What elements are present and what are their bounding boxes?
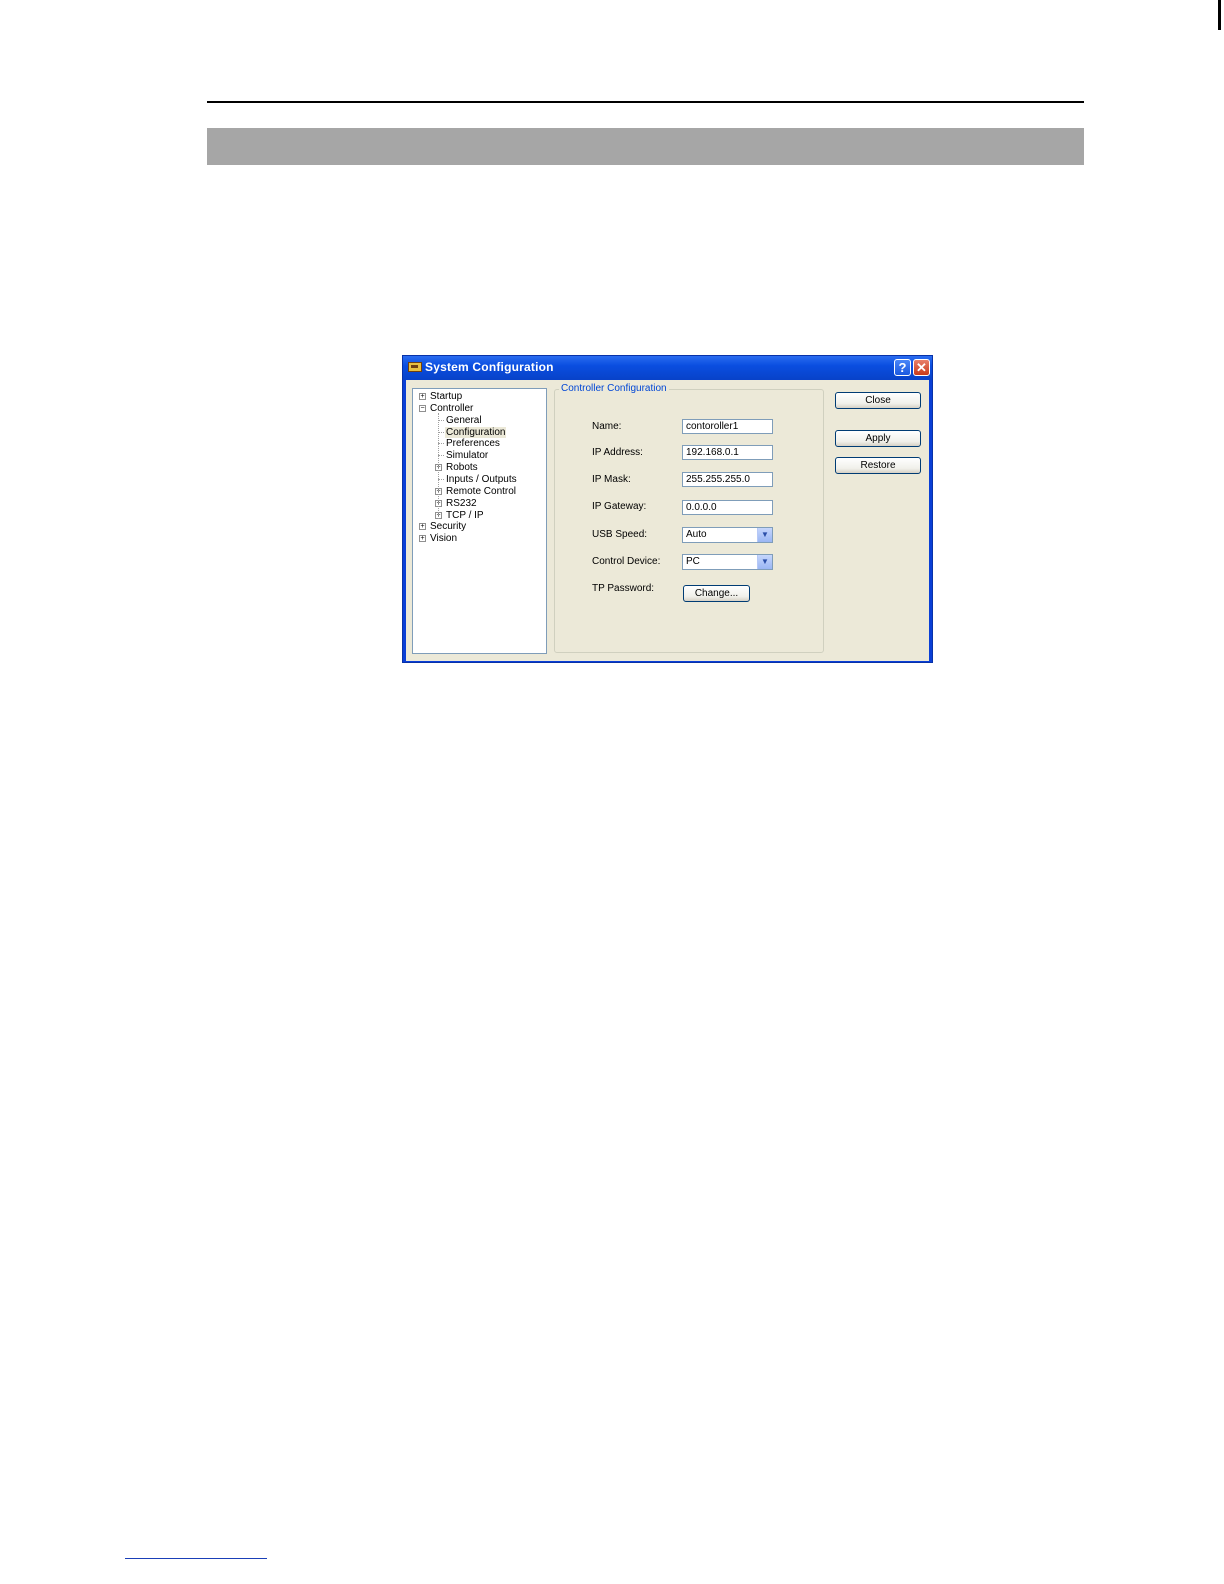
usb-speed-label: USB Speed: (592, 529, 648, 540)
tp-password-label: TP Password: (592, 583, 655, 594)
binding-edge-line (1218, 0, 1221, 30)
dialog-title: System Configuration (425, 360, 554, 374)
change-password-button[interactable]: Change... (683, 585, 750, 602)
close-button[interactable]: Close (835, 392, 921, 409)
control-device-label: Control Device: (592, 556, 661, 567)
tree-item-label: Configuration (445, 426, 507, 438)
tree-item-label: Inputs / Outputs (446, 473, 517, 485)
ip-mask-label: IP Mask: (592, 474, 631, 485)
apply-button[interactable]: Apply (835, 430, 921, 447)
controller-configuration-group: Controller Configuration Name: contoroll… (554, 383, 824, 653)
ip-mask-field[interactable]: 255.255.255.0 (682, 472, 773, 487)
restore-button[interactable]: Restore (835, 457, 921, 474)
name-field[interactable]: contoroller1 (682, 419, 773, 434)
close-icon[interactable]: ✕ (913, 359, 930, 376)
collapse-icon[interactable]: − (419, 404, 426, 412)
tree-item-label: Simulator (446, 450, 489, 462)
expand-icon[interactable]: + (419, 523, 426, 531)
usb-speed-value: Auto (686, 529, 707, 540)
settings-tree[interactable]: + Startup − Controller General Configuration P… (412, 388, 547, 654)
system-configuration-dialog: System Configuration ? ✕ + Startup − Contro… (402, 355, 933, 663)
footer-link-rule (125, 1558, 267, 1559)
tree-item[interactable]: + Startup (413, 391, 543, 402)
ip-address-label: IP Address: (592, 447, 643, 458)
tree-item[interactable]: − Controller (413, 403, 543, 414)
name-label: Name: (592, 421, 622, 432)
dialog-titlebar: System Configuration ? ✕ (403, 356, 932, 380)
tree-connector (438, 412, 439, 520)
tree-item-label: Vision (430, 533, 458, 545)
chevron-down-icon[interactable]: ▼ (757, 555, 772, 569)
tree-item-label: Remote Control (446, 485, 517, 497)
tree-item[interactable]: + Security (413, 521, 543, 532)
section-heading-bar (207, 128, 1084, 165)
tree-item-label: RS232 (446, 497, 477, 509)
ip-gateway-label: IP Gateway: (592, 501, 647, 512)
tree-item[interactable]: + RS232 (413, 498, 543, 509)
tree-item-label: TCP / IP (446, 509, 484, 521)
tree-item-label: Robots (446, 462, 478, 474)
help-icon[interactable]: ? (894, 359, 911, 376)
dialog-client-area: + Startup − Controller General Configuration P… (406, 380, 929, 661)
header-rule (207, 101, 1084, 103)
tree-item[interactable]: Simulator (413, 450, 543, 461)
control-device-value: PC (686, 556, 700, 567)
tree-item[interactable]: + Robots (413, 462, 543, 473)
expand-icon[interactable]: + (419, 393, 426, 400)
ip-address-field[interactable]: 192.168.0.1 (682, 445, 773, 460)
tree-item[interactable]: Inputs / Outputs (413, 474, 543, 485)
tree-item-label: Security (430, 521, 467, 533)
tree-item[interactable]: + Vision (413, 533, 543, 544)
usb-speed-select[interactable]: Auto ▼ (682, 527, 773, 543)
control-device-select[interactable]: PC ▼ (682, 554, 773, 570)
tree-item[interactable]: + Remote Control (413, 486, 543, 497)
tree-item-label: Startup (430, 391, 463, 402)
tree-item[interactable]: General (413, 415, 543, 426)
tree-item[interactable]: Configuration (413, 426, 543, 438)
tree-item-label: Controller (430, 402, 474, 414)
ip-gateway-field[interactable]: 0.0.0.0 (682, 500, 773, 515)
tree-item-label: Preferences (446, 438, 500, 450)
expand-icon[interactable]: + (419, 535, 426, 543)
tree-item[interactable]: Preferences (413, 438, 543, 449)
tree-item-label: General (446, 414, 482, 426)
chevron-down-icon[interactable]: ▼ (757, 528, 772, 542)
group-title: Controller Configuration (559, 383, 669, 394)
tree-item[interactable]: + TCP / IP (413, 510, 543, 521)
app-icon (408, 362, 422, 372)
